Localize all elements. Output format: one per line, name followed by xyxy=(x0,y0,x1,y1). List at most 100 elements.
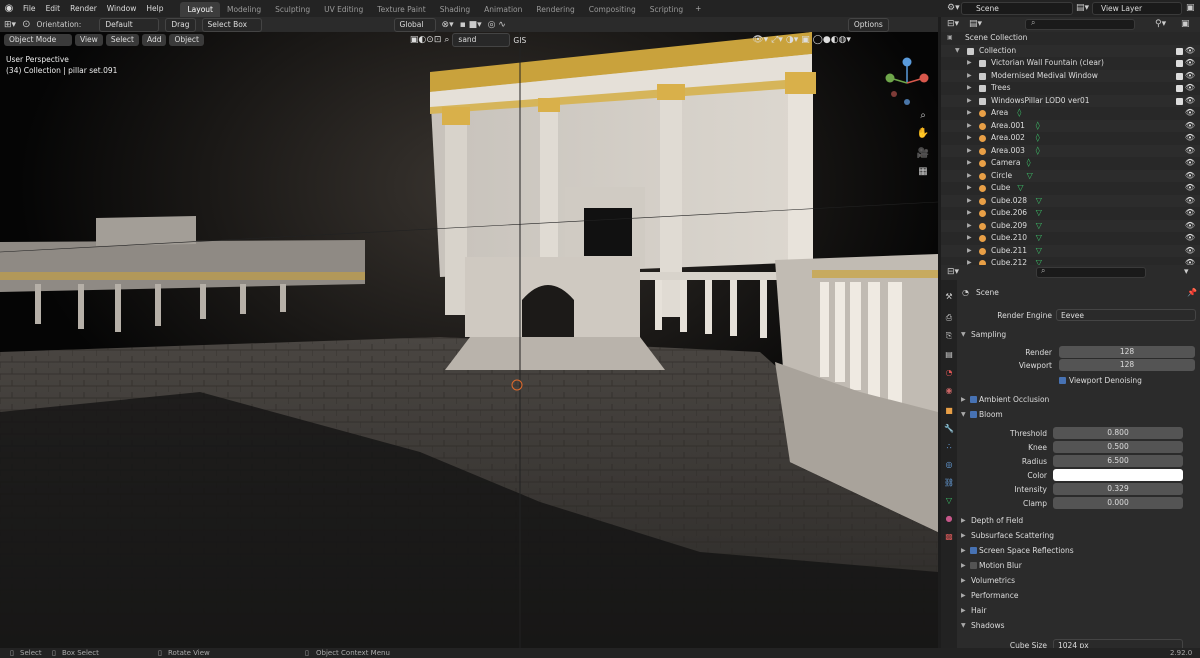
constraints-tab-icon[interactable]: ⛓ xyxy=(943,476,955,488)
ambient-occlusion-section[interactable]: ▶ Ambient Occlusion xyxy=(957,393,1200,407)
bloom-color-swatch[interactable] xyxy=(1053,469,1183,481)
view-layer-options-icon[interactable]: ▣ xyxy=(1186,3,1195,13)
outliner-row[interactable]: ▶ Camera ◊ 👁 xyxy=(941,157,1200,170)
visibility-eye-icon[interactable]: 👁 xyxy=(1185,145,1195,158)
data-tab-icon[interactable]: ▽ xyxy=(943,494,955,506)
exclude-checkbox[interactable] xyxy=(1176,72,1183,80)
transform-orientation-dropdown[interactable]: Global xyxy=(393,17,436,32)
scene-tab-icon[interactable]: ◔ xyxy=(943,366,955,378)
proportional-edit-icon[interactable]: ◎ ∿ xyxy=(488,20,506,30)
tab-scripting[interactable]: Scripting xyxy=(643,2,690,17)
motion-blur-checkbox[interactable] xyxy=(970,562,977,569)
outliner-row[interactable]: ▶ Area.003 ◊ 👁 xyxy=(941,144,1200,158)
pin-icon[interactable]: 📌 xyxy=(1187,288,1197,297)
mesh-data-icon[interactable]: ▽ xyxy=(1017,182,1023,195)
expand-arrow-icon[interactable]: ▶ xyxy=(967,182,972,195)
gis-menu[interactable]: GIS xyxy=(513,36,526,45)
mesh-data-icon[interactable]: ▽ xyxy=(1027,170,1033,183)
performance-section[interactable]: ▶ Performance xyxy=(957,589,1200,603)
outliner-row[interactable]: ▶ Cube ▽ 👁 xyxy=(941,182,1200,195)
tab-shading[interactable]: Shading xyxy=(433,2,477,17)
visibility-eye-icon[interactable]: 👁 xyxy=(1185,57,1195,70)
expand-arrow-icon[interactable]: ▶ xyxy=(967,257,972,265)
mesh-data-icon[interactable]: ▽ xyxy=(1036,220,1042,233)
bloom-checkbox[interactable] xyxy=(970,411,977,418)
outliner-row[interactable]: ▶ Area ◊ 👁 xyxy=(941,107,1200,120)
selectability-icons[interactable]: ▣◐⊙⊡ xyxy=(410,35,441,45)
visibility-eye-icon[interactable]: 👁 xyxy=(1185,82,1195,95)
navigation-gizmo[interactable] xyxy=(878,54,936,112)
world-tab-icon[interactable]: ◉ xyxy=(943,384,955,396)
exclude-checkbox[interactable] xyxy=(1176,47,1183,55)
render-engine-dropdown[interactable]: Eevee xyxy=(1056,309,1196,321)
visibility-eye-icon[interactable]: 👁 xyxy=(1185,107,1195,120)
menu-window[interactable]: Window xyxy=(102,0,142,17)
render-tab-icon[interactable]: ⎙ xyxy=(943,312,955,324)
expand-arrow-icon[interactable]: ▶ xyxy=(967,82,972,95)
visibility-eye-icon[interactable]: 👁 xyxy=(1185,120,1195,133)
outliner-row[interactable]: ▶ Modernised Medival Window 👁 xyxy=(941,69,1200,83)
expand-arrow-icon[interactable]: ▶ xyxy=(967,120,972,133)
expand-arrow-icon[interactable]: ▼ xyxy=(955,45,960,58)
depth-of-field-section[interactable]: ▶ Depth of Field xyxy=(957,514,1200,528)
menu-edit[interactable]: Edit xyxy=(41,0,66,17)
exclude-checkbox[interactable] xyxy=(1176,85,1183,92)
visibility-icon[interactable]: 👁▾ xyxy=(752,35,768,45)
select-menu[interactable]: Select xyxy=(105,34,139,46)
tab-animation[interactable]: Animation xyxy=(477,2,529,17)
clamp-field[interactable]: 0.000 xyxy=(1053,497,1183,509)
particles-tab-icon[interactable]: ∴ xyxy=(943,440,955,452)
mesh-data-icon[interactable]: ▽ xyxy=(1036,195,1042,208)
expand-arrow-icon[interactable]: ▶ xyxy=(967,95,972,108)
exclude-checkbox[interactable] xyxy=(1176,97,1183,105)
visibility-eye-icon[interactable]: 👁 xyxy=(1185,45,1195,58)
expand-arrow-icon[interactable]: ▶ xyxy=(967,170,972,183)
object-menu[interactable]: Object xyxy=(169,34,204,46)
outliner-row[interactable]: ▼ Collection 👁 xyxy=(941,44,1200,58)
outliner-root[interactable]: ▣ Scene Collection xyxy=(941,32,1200,45)
view-layer-selector[interactable]: View Layer xyxy=(1092,2,1182,15)
properties-search-input[interactable] xyxy=(1036,267,1146,278)
mesh-data-icon[interactable]: ▽ xyxy=(1036,257,1042,265)
properties-editor-icon[interactable]: ⊟▾ xyxy=(947,267,959,277)
overlays-icon[interactable]: ◑▾ xyxy=(786,35,798,45)
sampling-section[interactable]: ▼ Sampling xyxy=(957,328,1200,342)
visibility-eye-icon[interactable]: 👁 xyxy=(1185,257,1195,265)
mesh-data-icon[interactable]: ▽ xyxy=(1036,245,1042,258)
visibility-eye-icon[interactable]: 👁 xyxy=(1185,207,1195,220)
hair-section[interactable]: ▶ Hair xyxy=(957,604,1200,618)
object-tab-icon[interactable]: ■ xyxy=(943,404,955,416)
snap-icon[interactable]: ▪ ■▾ xyxy=(460,20,482,30)
render-samples-field[interactable]: 128 xyxy=(1059,346,1195,358)
scene-selector[interactable]: Scene xyxy=(961,2,1073,15)
expand-arrow-icon[interactable]: ▶ xyxy=(967,232,972,245)
output-tab-icon[interactable]: ⎘ xyxy=(943,330,955,342)
exclude-checkbox[interactable] xyxy=(1176,60,1183,67)
outliner-row[interactable]: ▶ Area.002 ◊ 👁 xyxy=(941,132,1200,145)
outliner-row[interactable]: ▶ Cube.206 ▽ 👁 xyxy=(941,207,1200,220)
visibility-eye-icon[interactable]: 👁 xyxy=(1185,70,1195,83)
expand-arrow-icon[interactable]: ▶ xyxy=(967,195,972,208)
ambient-occlusion-checkbox[interactable] xyxy=(970,396,977,403)
tab-compositing[interactable]: Compositing xyxy=(582,2,643,17)
add-menu[interactable]: Add xyxy=(141,34,167,46)
display-mode-icon[interactable]: ▤▾ xyxy=(969,19,982,29)
view-menu[interactable]: View xyxy=(75,34,103,46)
editor-type-icon[interactable]: ⊞▾ xyxy=(4,20,16,30)
blender-logo-icon[interactable]: ◉ xyxy=(0,0,18,17)
outliner-row[interactable]: ▶ Cube.210 ▽ 👁 xyxy=(941,232,1200,245)
intensity-slider[interactable]: 0.329 xyxy=(1053,483,1183,495)
transform-pivot-icon[interactable]: ⊙ xyxy=(22,19,30,30)
outliner-row[interactable]: ▶ Cube.211 ▽ 👁 xyxy=(941,244,1200,258)
expand-arrow-icon[interactable]: ▶ xyxy=(967,107,972,120)
outliner-row[interactable]: ▶ Area.001 ◊ 👁 xyxy=(941,119,1200,133)
expand-arrow-icon[interactable]: ▶ xyxy=(967,132,972,145)
material-tab-icon[interactable]: ● xyxy=(943,512,955,524)
object-data-icon[interactable]: ◊ xyxy=(1036,132,1040,145)
visibility-eye-icon[interactable]: 👁 xyxy=(1185,95,1195,108)
object-data-icon[interactable]: ◊ xyxy=(1036,120,1040,133)
viewport-denoising-checkbox[interactable] xyxy=(1059,377,1066,384)
expand-arrow-icon[interactable]: ▶ xyxy=(967,245,972,258)
object-data-icon[interactable]: ◊ xyxy=(1017,107,1021,120)
menu-render[interactable]: Render xyxy=(65,0,102,17)
